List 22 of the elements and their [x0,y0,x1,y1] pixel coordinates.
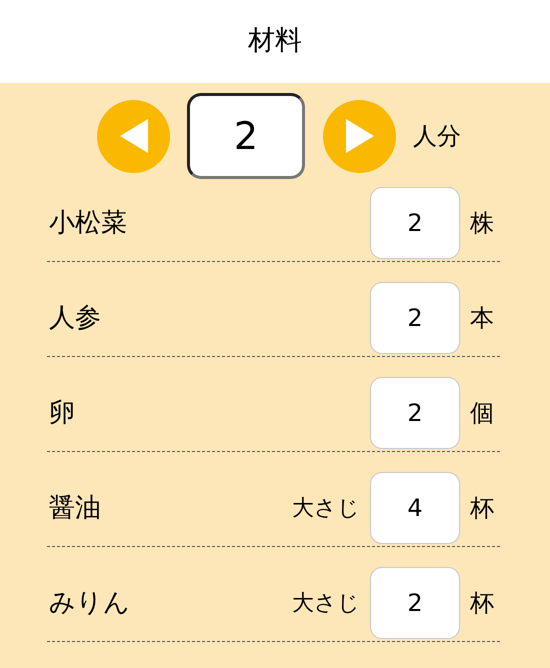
ingredient-name: みりん [48,586,131,620]
right-triangle-icon [346,119,374,153]
amount-field[interactable]: 4 [370,472,460,544]
amount-field[interactable]: 2 [370,567,460,639]
unit-label: 本 [470,303,495,334]
unit-label: 株 [470,208,495,239]
amount-field[interactable]: 2 [370,377,460,449]
ingredient-name: 小松菜 [48,206,128,240]
unit-label: 個 [470,398,495,429]
page-title: 材料 [248,24,302,58]
ingredient-name: 人参 [48,302,102,334]
measure-label: 大さじ [292,590,360,618]
measure-label: 大さじ [292,494,360,522]
left-triangle-icon [120,119,148,153]
unit-label: 杯 [470,588,495,619]
amount-field[interactable]: 2 [370,187,460,259]
amount-field[interactable]: 2 [370,282,460,354]
unit-label: 杯 [470,493,495,524]
ingredient-name: 醤油 [48,492,102,524]
ingredient-name: 卵 [48,396,76,430]
servings-field[interactable]: 2 [187,93,305,179]
servings-unit: 人分 [413,121,461,152]
